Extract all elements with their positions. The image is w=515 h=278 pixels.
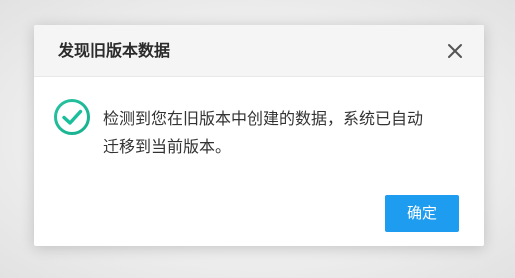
dialog-header: 发现旧版本数据 [34, 25, 484, 77]
message-line-1: 检测到您在旧版本中创建的数据，系统已自动 [103, 109, 424, 128]
migration-dialog: 发现旧版本数据 检测到您在旧版本中创建的数据，系统已自动 迁移到当前版本。 确定 [34, 25, 484, 246]
success-check-circle-icon [53, 98, 91, 136]
close-button[interactable] [446, 42, 464, 60]
dialog-title: 发现旧版本数据 [58, 41, 171, 60]
message-line-2: 迁移到当前版本。 [103, 137, 232, 156]
close-icon [448, 44, 462, 58]
dialog-message: 检测到您在旧版本中创建的数据，系统已自动 迁移到当前版本。 [103, 105, 463, 161]
confirm-button[interactable]: 确定 [385, 195, 459, 232]
